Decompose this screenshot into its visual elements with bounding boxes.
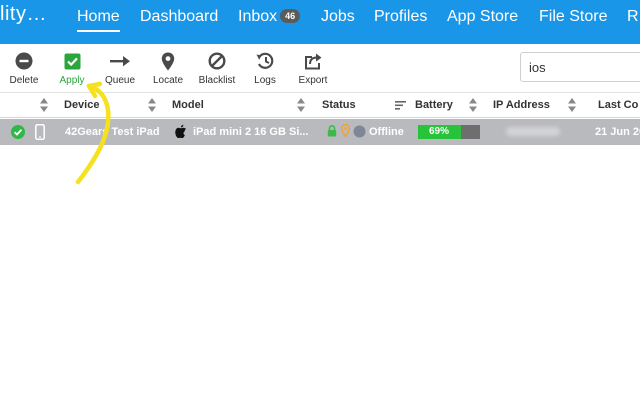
locate-label: Locate bbox=[152, 75, 184, 86]
logs-button[interactable]: Logs bbox=[243, 50, 287, 86]
export-label: Export bbox=[298, 75, 328, 86]
column-header-model[interactable]: Model bbox=[172, 99, 204, 111]
nav-inbox[interactable]: Inbox 46 bbox=[238, 8, 301, 26]
brand-title: lity… bbox=[0, 3, 47, 25]
sort-arrows-icon[interactable] bbox=[40, 98, 48, 112]
column-header-battery[interactable]: Battery bbox=[415, 99, 453, 111]
battery-percent: 69% bbox=[428, 126, 449, 137]
logs-label: Logs bbox=[254, 75, 276, 86]
top-nav: lity… Home Dashboard Inbox 46 Jobs Profil… bbox=[0, 0, 640, 44]
location-pin-icon bbox=[341, 124, 350, 137]
search-input[interactable] bbox=[520, 52, 640, 82]
sort-arrows-icon[interactable] bbox=[148, 98, 156, 112]
sort-arrows-icon[interactable] bbox=[469, 98, 477, 112]
delete-button[interactable]: Delete bbox=[2, 50, 46, 86]
nav-jobs[interactable]: Jobs bbox=[321, 8, 355, 26]
nav-profiles[interactable]: Profiles bbox=[374, 8, 427, 26]
inbox-count-badge: 46 bbox=[280, 8, 301, 23]
ban-icon bbox=[195, 50, 239, 72]
nav-app-store[interactable]: App Store bbox=[447, 8, 518, 26]
tablet-device-icon bbox=[35, 124, 45, 140]
battery-bar: 69% bbox=[418, 125, 480, 139]
sort-arrows-icon[interactable] bbox=[568, 98, 576, 112]
share-export-icon bbox=[291, 50, 335, 72]
sort-arrows-icon[interactable] bbox=[297, 98, 305, 112]
annotation-arrow bbox=[75, 81, 111, 185]
arrow-right-icon bbox=[98, 50, 142, 72]
last-connected: 21 Jun 20 bbox=[595, 126, 640, 138]
ip-address-redacted bbox=[506, 127, 560, 136]
apple-icon bbox=[175, 124, 186, 138]
column-header-ip-address[interactable]: IP Address bbox=[493, 99, 550, 111]
column-header-status[interactable]: Status bbox=[322, 99, 356, 111]
delete-icon bbox=[2, 50, 46, 72]
map-pin-icon bbox=[146, 50, 190, 72]
column-header-last-connected[interactable]: Last Co bbox=[598, 99, 638, 111]
nav-partial-item[interactable]: R bbox=[627, 8, 639, 26]
nav-inbox-label: Inbox bbox=[238, 8, 278, 25]
nav-home[interactable]: Home bbox=[77, 8, 120, 32]
blacklist-button[interactable]: Blacklist bbox=[195, 50, 239, 86]
device-model: iPad mini 2 16 GB Si... bbox=[193, 126, 309, 138]
locate-button[interactable]: Locate bbox=[146, 50, 190, 86]
delete-label: Delete bbox=[9, 75, 39, 86]
history-icon bbox=[243, 50, 287, 72]
offline-status-dot-icon bbox=[353, 125, 366, 138]
export-button[interactable]: Export bbox=[291, 50, 335, 86]
checkbox-check-icon bbox=[50, 50, 94, 72]
nav-file-store[interactable]: File Store bbox=[539, 8, 607, 26]
online-check-icon bbox=[11, 125, 25, 139]
device-status: Offline bbox=[369, 126, 404, 138]
lock-icon bbox=[327, 125, 337, 137]
filter-lines-icon[interactable] bbox=[395, 98, 406, 112]
blacklist-label: Blacklist bbox=[198, 75, 236, 86]
nav-dashboard[interactable]: Dashboard bbox=[140, 8, 218, 26]
